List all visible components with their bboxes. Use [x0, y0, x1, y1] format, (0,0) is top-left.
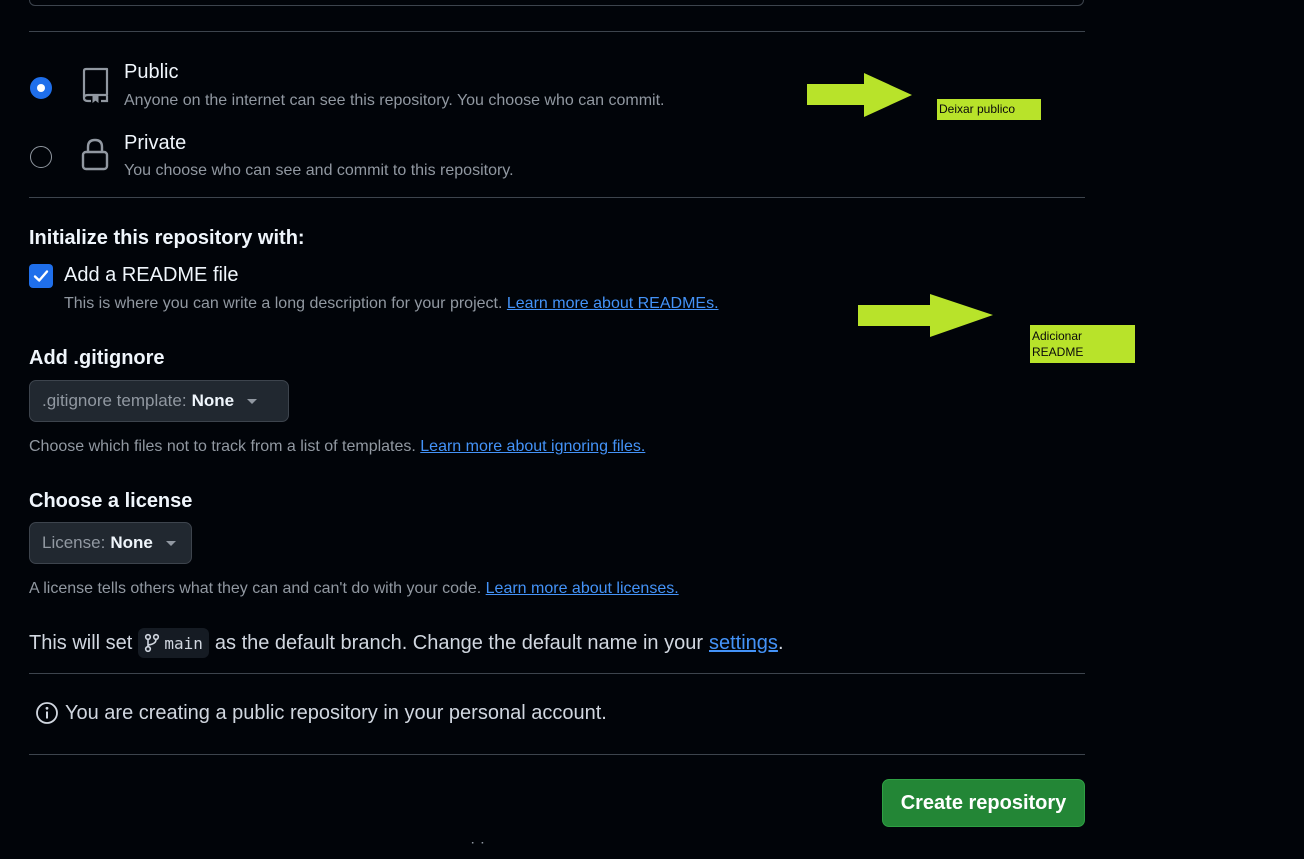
readme-learn-more-link[interactable]: Learn more about READMEs. — [507, 295, 719, 312]
description-input[interactable] — [29, 0, 1084, 6]
license-dropdown-value: None — [110, 533, 153, 552]
branch-chip: main — [138, 628, 209, 658]
gitignore-title: Add .gitignore — [29, 347, 165, 369]
triangle-down-icon — [165, 540, 176, 546]
gitignore-learn-more-link[interactable]: Learn more about ignoring files. — [420, 438, 645, 455]
license-description: A license tells others what they can and… — [29, 580, 679, 598]
readme-description: This is where you can write a long descr… — [64, 295, 719, 313]
clipped-footer-text: · · — [470, 842, 486, 851]
annotation-note-readme-line1: Adicionar — [1032, 329, 1083, 343]
annotation-note-public: Deixar publico — [937, 99, 1041, 120]
initialize-title: Initialize this repository with: — [29, 227, 305, 249]
branch-name: main — [164, 633, 203, 653]
public-repo-info: You are creating a public repository in … — [35, 701, 607, 725]
annotation-arrow-icon — [807, 73, 912, 117]
public-description: Anyone on the internet can see this repo… — [124, 92, 665, 109]
annotation-note-readme-line2: README — [1032, 345, 1084, 359]
check-icon — [33, 270, 49, 282]
default-branch-notice: This will set main as the default branch… — [29, 628, 784, 658]
license-dropdown-label: License: — [42, 533, 106, 552]
annotation-note-readme: Adicionar README — [1030, 325, 1135, 363]
branch-prefix: This will set — [29, 631, 133, 654]
private-title: Private — [124, 132, 187, 154]
license-dropdown[interactable]: License: None — [29, 522, 192, 564]
license-description-text: A license tells others what they can and… — [29, 580, 482, 597]
new-repository-page: Public Anyone on the internet can see th… — [0, 0, 1304, 859]
divider — [29, 754, 1085, 755]
gitignore-dropdown-label: .gitignore template: — [42, 391, 187, 410]
info-message: You are creating a public repository in … — [65, 701, 607, 724]
divider — [29, 673, 1085, 674]
branch-suffix: as the default branch. Change the defaul… — [214, 631, 703, 654]
branch-period: . — [777, 631, 784, 654]
info-icon — [36, 702, 58, 724]
repo-icon — [82, 67, 109, 103]
private-description: You choose who can see and commit to thi… — [124, 162, 514, 179]
divider — [29, 31, 1085, 32]
annotation-arrow-icon — [858, 294, 993, 337]
readme-description-text: This is where you can write a long descr… — [64, 295, 503, 312]
gitignore-description-text: Choose which files not to track from a l… — [29, 438, 416, 455]
public-title: Public — [124, 61, 179, 83]
lock-icon — [81, 138, 109, 171]
readme-checkbox[interactable] — [29, 264, 53, 288]
divider — [29, 197, 1085, 198]
public-radio[interactable] — [30, 77, 52, 99]
gitignore-dropdown-value: None — [191, 391, 235, 410]
git-branch-icon — [145, 633, 160, 653]
gitignore-description: Choose which files not to track from a l… — [29, 438, 645, 456]
readme-label[interactable]: Add a README file — [64, 264, 239, 287]
triangle-down-icon — [247, 398, 258, 404]
gitignore-template-dropdown[interactable]: .gitignore template: None — [29, 380, 289, 422]
private-radio[interactable] — [30, 146, 52, 168]
settings-link[interactable]: settings — [709, 632, 778, 655]
create-repository-button[interactable]: Create repository — [882, 779, 1085, 827]
license-title: Choose a license — [29, 490, 193, 512]
license-learn-more-link[interactable]: Learn more about licenses. — [486, 580, 679, 597]
